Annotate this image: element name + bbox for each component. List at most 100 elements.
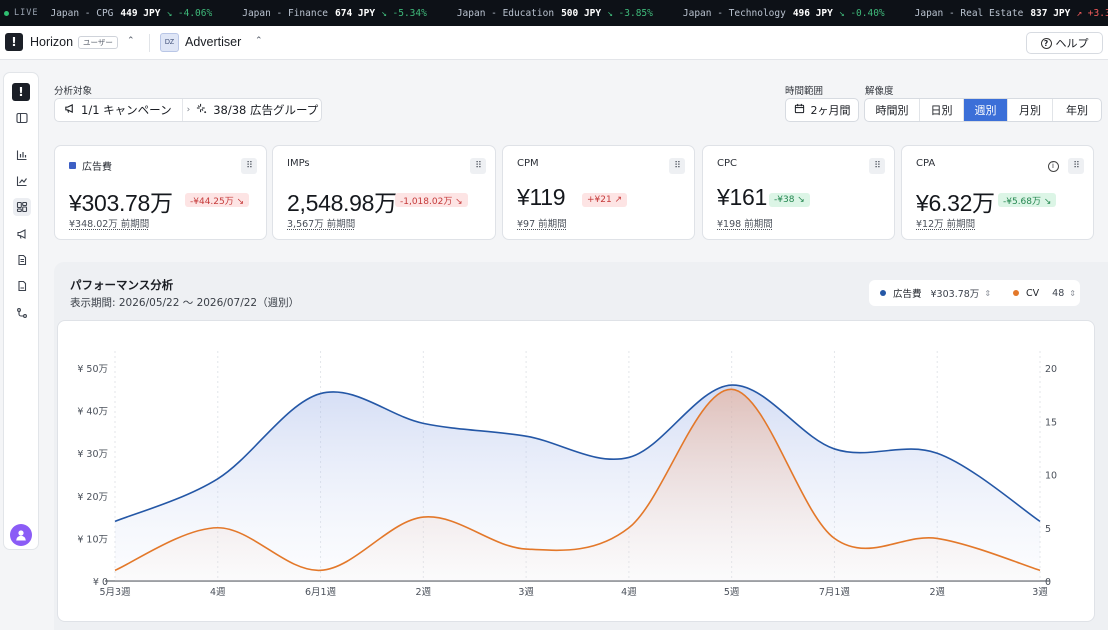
kpi-card[interactable]: 広告費 ⠿ ¥303.78万 -¥44.25万 ↘ ¥348.02万 前期間: [54, 145, 267, 240]
help-label: ヘルプ: [1055, 37, 1089, 50]
calendar-icon: [794, 103, 805, 117]
drag-handle-icon[interactable]: ⠿: [241, 158, 257, 174]
brand-logo-icon[interactable]: !: [5, 33, 23, 51]
adgroup-label: 38/38 広告グループ: [213, 103, 319, 117]
help-icon: ?: [1040, 37, 1052, 49]
performance-chart-svg: ¥ 0¥ 10万¥ 20万¥ 30万¥ 40万¥ 50万051015205月3週…: [77, 351, 1057, 598]
ticker-item: Japan - Finance 674 JPY ↘ -5.34%: [242, 8, 427, 19]
kpi-delta-badge: -¥38 ↘: [769, 193, 810, 207]
kpi-card[interactable]: CPM ⠿ ¥119 +¥21 ↗ ¥97 前期間: [502, 145, 695, 240]
kpi-title-wrap: CPM: [517, 158, 539, 169]
sidebar-item-line-chart-icon[interactable]: [13, 172, 31, 190]
advertiser-switch-chevron-icon[interactable]: ⌃: [255, 36, 263, 46]
ticker-change: ↘ -4.06%: [166, 7, 213, 19]
ticker-change: ↗ +3.3: [1076, 7, 1108, 19]
performance-title: パフォーマンス分析: [70, 278, 174, 292]
ticker-name: Japan - Real Estate: [914, 7, 1024, 19]
y-right-tick-label: 20: [1045, 364, 1057, 375]
sidebar-item-megaphone-icon[interactable]: [13, 225, 31, 243]
x-tick-label: 6月1週: [305, 586, 337, 598]
ticker-price: 837 JPY: [1030, 7, 1071, 19]
campaign-selector[interactable]: 1/1 キャンペーン: [55, 99, 183, 121]
kpi-value: 2,548.98万: [287, 190, 397, 216]
sidebar-item-dashboard-icon[interactable]: [13, 198, 31, 216]
kpi-previous-period: ¥97 前期間: [517, 219, 567, 230]
y-left-tick-label: ¥ 10万: [77, 534, 108, 545]
legend-cv-value: 48: [1052, 287, 1065, 299]
legend-cv-name: CV: [1026, 287, 1040, 299]
performance-chart: ¥ 0 ¥ 10万 ¥ 20万 ¥ 30万 ¥ 40万 ¥ 50万 0 5 10 15 20 5月3週…: [57, 320, 1095, 622]
sort-caret-icon: ⇕: [984, 288, 992, 298]
kpi-card[interactable]: CPA i ⠿ ¥6.32万 -¥5.68万 ↘ ¥12万 前期間: [901, 145, 1094, 240]
ticker-price: 674 JPY: [335, 7, 376, 19]
legend-item-spend[interactable]: 広告費 ¥303.78万 ⇕: [880, 286, 991, 300]
live-dot-icon: [4, 10, 9, 16]
megaphone-icon: [64, 103, 75, 117]
x-tick-label: 7月1週: [819, 586, 851, 598]
sparkle-icon: [196, 103, 207, 117]
sidebar-item-flow-icon[interactable]: [13, 304, 31, 322]
y-left-tick-label: ¥ 50万: [77, 364, 108, 375]
chart-legend: 広告費 ¥303.78万 ⇕ CV 48 ⇕: [869, 280, 1080, 306]
ticker-change: ↘ -3.85%: [607, 7, 653, 19]
brand-name[interactable]: Horizon: [30, 35, 73, 49]
help-button[interactable]: ? ヘルプ: [1026, 32, 1103, 54]
resolution-option-hourly[interactable]: 時間別: [865, 99, 920, 121]
scope-label: 分析対象: [54, 86, 93, 97]
kpi-title-wrap: CPC: [717, 158, 737, 169]
kpi-card[interactable]: CPC ⠿ ¥161 -¥38 ↘ ¥198 前期間: [702, 145, 895, 240]
resolution-option-monthly[interactable]: 月別: [1008, 99, 1053, 121]
kpi-previous-period: 3,567万 前期間: [287, 219, 356, 230]
kpi-card[interactable]: IMPs ⠿ 2,548.98万 -1,018.02万 ↘ 3,567万 前期間: [272, 145, 496, 240]
x-tick-label: 3週: [518, 586, 534, 598]
legend-spend-value: ¥303.78万: [930, 289, 980, 300]
sidebar-item-report-icon[interactable]: [13, 277, 31, 295]
kpi-title-wrap: 広告費: [69, 158, 112, 173]
info-icon[interactable]: i: [1045, 158, 1061, 174]
resolution-option-daily[interactable]: 日別: [920, 99, 964, 121]
drag-handle-icon[interactable]: ⠿: [669, 158, 685, 174]
sidebar: !: [3, 72, 39, 550]
performance-period: 表示期間: 2026/05/22 〜 2026/07/22（週別）: [70, 297, 300, 309]
sidebar-item-bar-chart-icon[interactable]: [13, 146, 31, 164]
sidebar-toggle-icon[interactable]: [13, 109, 31, 127]
drag-handle-icon[interactable]: ⠿: [869, 158, 885, 174]
kpi-delta-badge: -¥5.68万 ↘: [998, 193, 1057, 207]
legend-spend-dot-icon: [880, 290, 886, 296]
ticker-name: Japan - CPG: [50, 7, 114, 19]
y-left-tick-label: ¥ 30万: [77, 449, 108, 460]
drag-handle-icon[interactable]: ⠿: [470, 158, 486, 174]
kpi-title: 広告費: [82, 162, 112, 173]
y-left-tick-label: ¥ 20万: [77, 492, 108, 503]
sidebar-logo-icon[interactable]: !: [12, 83, 30, 101]
advertiser-avatar[interactable]: DZ: [160, 33, 179, 52]
ticker-item: Japan - CPG 449 JPY ↘ -4.06%: [50, 8, 212, 19]
ticker-name: Japan - Technology: [682, 7, 786, 19]
top-header: ! Horizon ユーザー ⌃ DZ Advertiser ⌃ ? ヘルプ: [0, 26, 1108, 60]
resolution-option-weekly[interactable]: 週別: [964, 99, 1008, 121]
y-left-tick-label: ¥ 40万: [77, 407, 108, 418]
x-tick-label: 4週: [210, 586, 226, 598]
time-range-button[interactable]: 2ヶ月間: [785, 98, 859, 122]
kpi-title: CPA: [916, 158, 936, 169]
x-tick-label: 2週: [929, 586, 945, 598]
ticker-item: Japan - Education 500 JPY ↘ -3.85%: [457, 8, 653, 19]
advertiser-name[interactable]: Advertiser: [185, 35, 241, 49]
chevron-right-icon: ›: [186, 105, 191, 115]
sidebar-item-document-icon[interactable]: [13, 251, 31, 269]
kpi-value: ¥303.78万: [69, 190, 173, 216]
ticker-item: Japan - Technology 496 JPY ↘ -0.40%: [683, 8, 885, 19]
drag-handle-icon[interactable]: ⠿: [1068, 158, 1084, 174]
kpi-delta-badge: +¥21 ↗: [582, 193, 628, 207]
kpi-previous-period: ¥198 前期間: [717, 219, 773, 230]
adgroup-selector[interactable]: 38/38 広告グループ: [196, 102, 318, 118]
kpi-title: IMPs: [287, 158, 310, 169]
ticker-name: Japan - Education: [456, 7, 555, 19]
kpi-value: ¥119: [517, 184, 566, 210]
legend-item-cv[interactable]: CV 48 ⇕: [1013, 288, 1076, 299]
resolution-option-yearly[interactable]: 年別: [1053, 99, 1101, 121]
brand-switch-chevron-icon[interactable]: ⌃: [127, 36, 135, 46]
user-role-badge: ユーザー: [78, 36, 118, 49]
kpi-title: CPM: [517, 158, 539, 169]
user-avatar[interactable]: [10, 524, 32, 546]
